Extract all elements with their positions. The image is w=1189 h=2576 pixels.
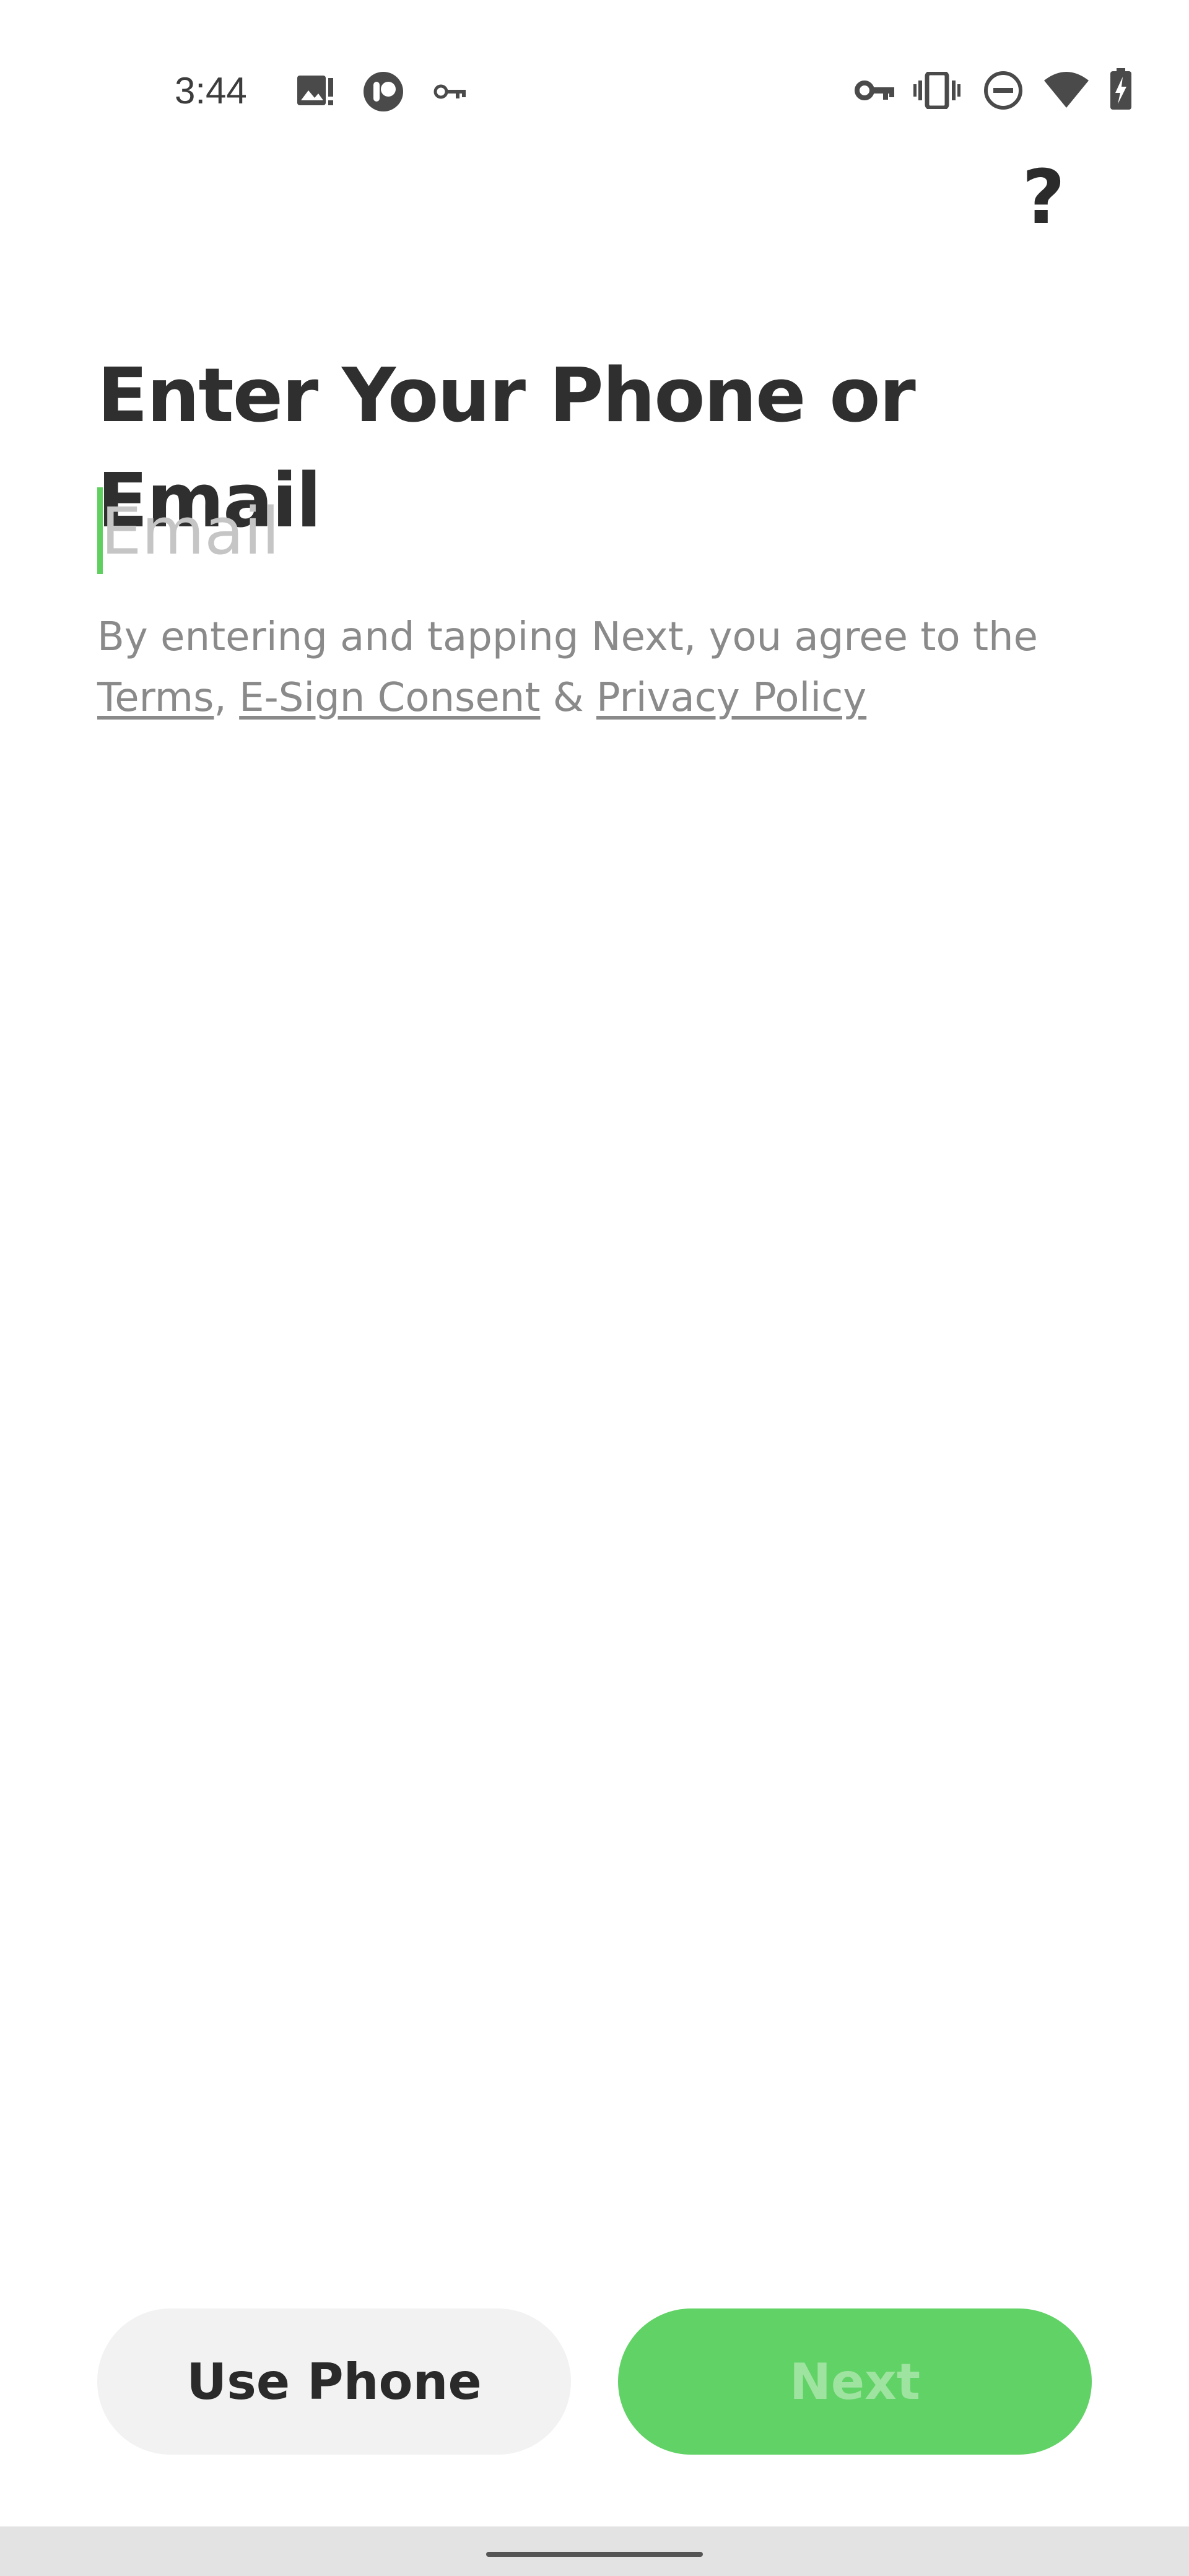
consent-comma: , [214, 675, 227, 721]
status-time: 3:44 [175, 70, 247, 111]
gesture-handle[interactable] [486, 2552, 703, 2557]
next-label: Next [789, 2352, 921, 2411]
consent-ampersand: & [552, 675, 584, 721]
vpn-key-icon [855, 77, 895, 104]
wifi-icon [1044, 71, 1089, 109]
consent-prefix: By entering and tapping Next, you agree … [97, 614, 1038, 660]
status-bar: 3:44 [0, 0, 1189, 124]
privacy-policy-link[interactable]: Privacy Policy [596, 675, 866, 721]
next-button[interactable]: Next [618, 2308, 1092, 2455]
esign-consent-link[interactable]: E-Sign Consent [239, 675, 540, 721]
use-phone-button[interactable]: Use Phone [97, 2308, 571, 2455]
battery-charging-icon [1109, 68, 1133, 110]
terms-link[interactable]: Terms [97, 675, 214, 721]
help-button[interactable]: ? [1009, 152, 1078, 245]
do-not-disturb-icon [983, 71, 1023, 110]
consent-text: By entering and tapping Next, you agree … [97, 607, 1150, 728]
screen: 3:44 ? Enter Your Phone or Email Email B… [0, 0, 1189, 2576]
navigation-bar [0, 2526, 1189, 2576]
image-alert-icon [296, 73, 336, 110]
vibrate-icon [913, 72, 960, 109]
email-field-wrap [97, 486, 1088, 576]
key-icon [433, 82, 468, 101]
use-phone-label: Use Phone [186, 2352, 482, 2411]
app-circle-icon [362, 71, 404, 113]
email-field[interactable] [101, 486, 1086, 576]
